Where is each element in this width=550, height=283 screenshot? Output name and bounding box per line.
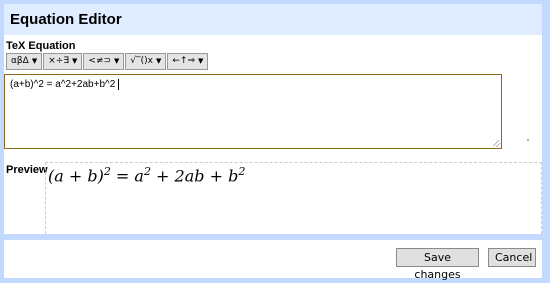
arrows-label: ←↑⇒ [172, 56, 196, 66]
greek-letters-label: αβΔ [11, 56, 29, 66]
cancel-button[interactable]: Cancel [488, 248, 536, 267]
preview-term1-base: a [134, 166, 144, 186]
tex-equation-input[interactable]: (a+b)^2 = a^2+2ab+b^2 [4, 74, 502, 149]
operators-dropdown[interactable]: ×÷∃ ▼ [43, 53, 83, 70]
chevron-down-icon: ▼ [156, 57, 162, 65]
preview-label: Preview [6, 164, 48, 176]
structures-dropdown[interactable]: √‾()x ▼ [125, 53, 167, 70]
relations-label: <≠⊃ [88, 56, 112, 66]
structures-label: √‾()x [130, 56, 154, 66]
preview-term2: + 2ab + [150, 166, 229, 186]
preview-equals: = [110, 166, 135, 186]
save-changes-button[interactable]: Save changes [396, 248, 479, 281]
resize-grip-icon[interactable] [493, 140, 500, 147]
text-caret [118, 79, 120, 90]
equation-editor-dialog: Equation Editor TeX Equation αβΔ ▼ ×÷∃ ▼… [4, 4, 542, 281]
dialog-title: Equation Editor [4, 4, 542, 35]
greek-letters-dropdown[interactable]: αβΔ ▼ [6, 53, 43, 70]
preview-lhs-base: (a + b) [48, 166, 104, 186]
arrows-dropdown[interactable]: ←↑⇒ ▼ [167, 53, 209, 70]
dialog-body: TeX Equation αβΔ ▼ ×÷∃ ▼ <≠⊃ ▼ √‾()x ▼ ←… [4, 35, 542, 234]
chevron-down-icon: ▼ [198, 57, 204, 65]
symbol-toolbar: αβΔ ▼ ×÷∃ ▼ <≠⊃ ▼ √‾()x ▼ ←↑⇒ ▼ [6, 53, 209, 70]
chevron-down-icon: ▼ [114, 57, 120, 65]
relations-dropdown[interactable]: <≠⊃ ▼ [83, 53, 125, 70]
decorative-dot [527, 139, 529, 141]
chevron-down-icon: ▼ [72, 57, 78, 65]
tex-equation-label: TeX Equation [6, 40, 76, 52]
tex-equation-value: (a+b)^2 = a^2+2ab+b^2 [10, 79, 116, 91]
preview-term3-exponent: 2 [238, 165, 246, 178]
dialog-footer: Save changes Cancel [4, 240, 542, 281]
chevron-down-icon: ▼ [31, 57, 38, 65]
preview-lhs-exponent: 2 [103, 165, 111, 178]
operators-label: ×÷∃ [48, 56, 70, 66]
preview-term3-base: b [228, 166, 239, 186]
preview-term1-exponent: 2 [143, 165, 151, 178]
equation-preview: (a + b)2 = a2 + 2ab + b2 [45, 162, 542, 234]
